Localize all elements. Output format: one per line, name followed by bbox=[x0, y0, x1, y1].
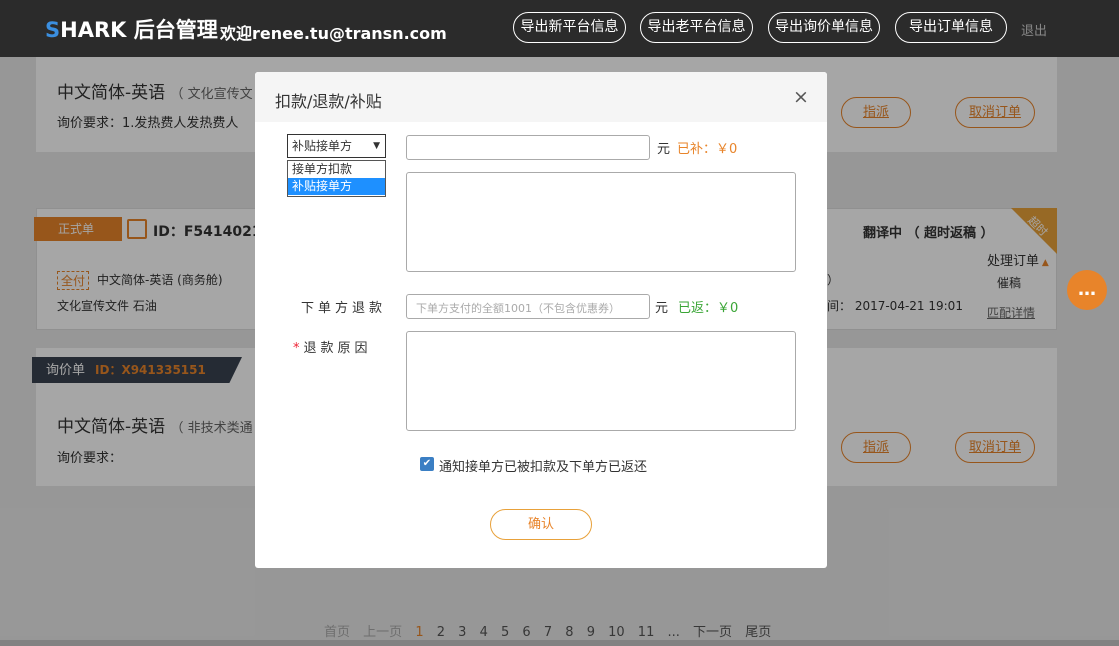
option-deduct[interactable]: 接单方扣款 bbox=[288, 161, 385, 178]
brand-logo: SHARK 后台管理 bbox=[45, 18, 218, 42]
refund-input[interactable]: 下单方支付的全额1001（不包含优惠券） bbox=[406, 294, 650, 319]
reason-label: *退款原因 bbox=[293, 341, 372, 356]
amount-unit: 元 bbox=[657, 142, 671, 157]
export-order-button[interactable]: 导出订单信息 bbox=[895, 12, 1007, 43]
deduct-refund-dialog: 扣款/退款/补贴 × 补贴接单方 ▼ 接单方扣款 补贴接单方 元 已补：￥0 下单… bbox=[255, 72, 827, 568]
refund-placeholder: 下单方支付的全额1001（不包含优惠券） bbox=[416, 302, 620, 315]
refunded-amount: 已返：￥0 bbox=[678, 301, 739, 316]
adjust-type-select[interactable]: 补贴接单方 ▼ bbox=[287, 134, 386, 158]
amount-input[interactable] bbox=[406, 135, 650, 160]
subsidized-amount: 已补：￥0 bbox=[677, 142, 738, 157]
top-header: SHARK 后台管理 欢迎renee.tu@transn.com 导出新平台信息… bbox=[0, 0, 1119, 57]
notify-label: 通知接单方已被扣款及下单方已返还 bbox=[439, 460, 648, 475]
remark-textarea[interactable] bbox=[406, 172, 796, 272]
chat-icon[interactable]: … bbox=[1067, 270, 1107, 310]
close-icon[interactable]: × bbox=[793, 86, 809, 108]
dialog-title: 扣款/退款/补贴 bbox=[275, 92, 382, 111]
export-inquiry-button[interactable]: 导出询价单信息 bbox=[768, 12, 880, 43]
refund-unit: 元 bbox=[655, 301, 669, 316]
confirm-button[interactable]: 确认 bbox=[490, 509, 592, 540]
dropdown-arrow-icon: ▼ bbox=[373, 141, 380, 151]
export-old-platform-button[interactable]: 导出老平台信息 bbox=[640, 12, 753, 43]
reason-textarea[interactable] bbox=[406, 331, 796, 431]
logout-link[interactable]: 退出 bbox=[1021, 20, 1047, 39]
notify-checkbox[interactable]: ✔ bbox=[420, 457, 434, 471]
refund-label: 下单方退款 bbox=[301, 301, 387, 316]
welcome-text: 欢迎renee.tu@transn.com bbox=[220, 24, 447, 43]
export-new-platform-button[interactable]: 导出新平台信息 bbox=[513, 12, 626, 43]
option-subsidize[interactable]: 补贴接单方 bbox=[288, 178, 385, 195]
adjust-type-options: 接单方扣款 补贴接单方 bbox=[287, 160, 386, 197]
